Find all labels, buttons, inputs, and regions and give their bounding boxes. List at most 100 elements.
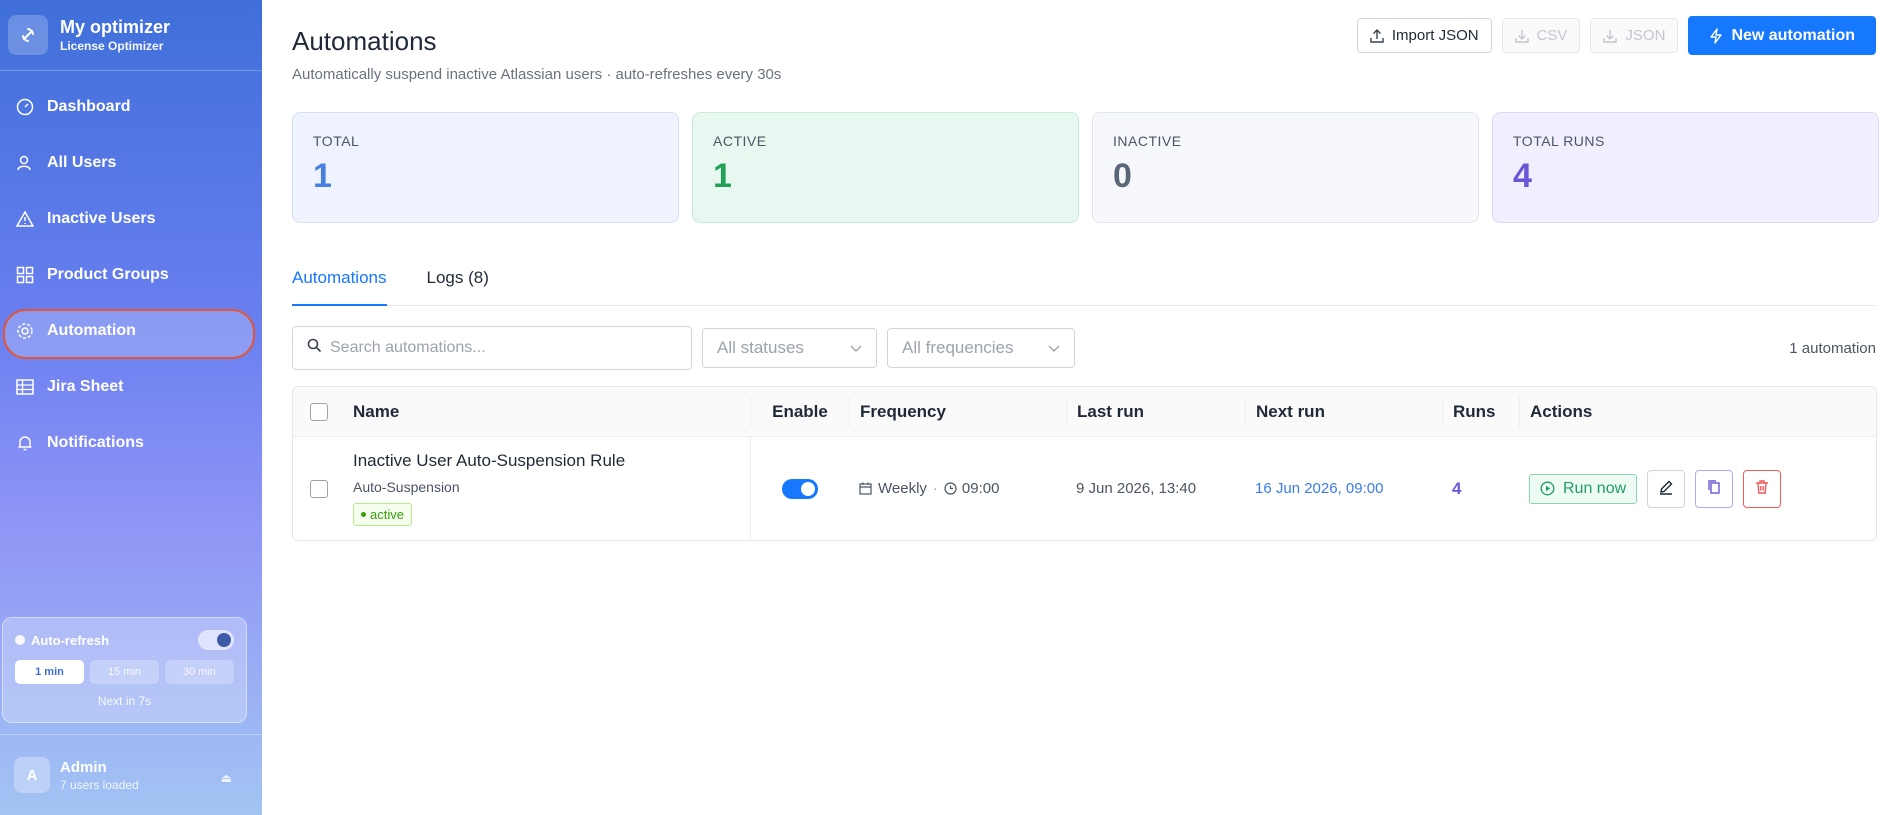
- brand-subtitle: License Optimizer: [60, 39, 164, 53]
- sidebar-item-label: All Users: [47, 154, 117, 171]
- user-name: Admin: [60, 758, 107, 776]
- avatar: A: [14, 757, 50, 793]
- status-dot-icon: [361, 512, 366, 517]
- main-content: Automations Automatically suspend inacti…: [262, 0, 1890, 815]
- page-subtitle: Automatically suspend inactive Atlassian…: [292, 66, 782, 83]
- select-all-checkbox[interactable]: [310, 402, 328, 421]
- interval-30-min[interactable]: 30 min: [165, 660, 234, 684]
- sidebar-item-jira-sheet[interactable]: Jira Sheet: [0, 362, 262, 412]
- bell-icon: [15, 433, 35, 453]
- upload-icon: [1370, 28, 1384, 43]
- delete-button[interactable]: [1743, 469, 1782, 508]
- header-name[interactable]: Name: [345, 396, 751, 427]
- users-icon: [15, 153, 35, 173]
- sidebar-item-label: Dashboard: [47, 98, 131, 115]
- time-value: 09:00: [961, 480, 1000, 497]
- table-row: Inactive User Auto-Suspension Rule Auto-…: [293, 437, 1876, 540]
- calendar-icon: [859, 482, 872, 495]
- export-json-button[interactable]: JSON: [1590, 18, 1679, 53]
- status-select[interactable]: All statuses: [702, 328, 877, 368]
- auto-refresh-label: Auto-refresh: [31, 632, 110, 648]
- stat-value: 1: [313, 157, 332, 195]
- row-name-cell: Inactive User Auto-Suspension Rule Auto-…: [345, 437, 751, 540]
- tab-automations[interactable]: Automations: [292, 262, 387, 306]
- tab-bar: Automations Logs (8): [292, 262, 1876, 306]
- sidebar: My optimizer License Optimizer Dashboard…: [0, 0, 262, 815]
- search-icon: [307, 338, 322, 358]
- new-automation-button[interactable]: New automation: [1688, 16, 1876, 55]
- lightning-icon: [1709, 27, 1723, 44]
- filter-bar: All statuses All frequencies 1 automatio…: [292, 326, 1876, 370]
- run-now-button[interactable]: Run now: [1529, 473, 1638, 504]
- sidebar-item-label: Product Groups: [47, 266, 169, 283]
- automation-count: 1 automation: [1789, 339, 1876, 357]
- sidebar-item-all-users[interactable]: All Users: [0, 138, 262, 188]
- header-last-run: Last run: [1066, 396, 1245, 427]
- header-runs: Runs: [1442, 396, 1519, 427]
- status-badge: active: [353, 503, 412, 526]
- stat-value: 1: [713, 157, 732, 195]
- chevron-down-icon: [1048, 338, 1060, 358]
- clock-icon: [944, 482, 957, 495]
- enable-toggle[interactable]: [782, 478, 818, 499]
- status-dot-icon: [15, 635, 25, 645]
- trash-icon: [1754, 479, 1770, 498]
- next-run-value: 16 Jun 2026, 09:00: [1255, 480, 1384, 497]
- play-icon: [1540, 481, 1555, 496]
- export-csv-button[interactable]: CSV: [1501, 18, 1581, 53]
- sidebar-item-label: Inactive Users: [47, 210, 156, 227]
- duplicate-button[interactable]: [1695, 469, 1734, 508]
- sidebar-item-inactive-users[interactable]: Inactive Users: [0, 194, 262, 244]
- sidebar-item-dashboard[interactable]: Dashboard: [0, 82, 262, 132]
- sidebar-item-notifications[interactable]: Notifications: [0, 418, 262, 468]
- eject-icon[interactable]: ⏏: [221, 771, 232, 785]
- runs-value: 4: [1452, 478, 1462, 498]
- automation-category: Auto-Suspension: [353, 479, 460, 495]
- warning-icon: [15, 209, 35, 229]
- copy-icon: [1706, 479, 1722, 498]
- stat-value: 0: [1113, 157, 1132, 195]
- sidebar-item-automation[interactable]: Automation: [0, 306, 262, 359]
- status-badge-label: active: [370, 507, 404, 522]
- pencil-icon: [1658, 479, 1674, 498]
- auto-refresh-toggle[interactable]: [198, 630, 234, 650]
- stat-label: TOTAL: [313, 133, 360, 149]
- frequency-select-value: All frequencies: [902, 338, 1014, 357]
- brand-logo-icon: [8, 15, 48, 55]
- tab-logs[interactable]: Logs (8): [427, 262, 489, 306]
- automation-name[interactable]: Inactive User Auto-Suspension Rule: [353, 451, 750, 471]
- edit-button[interactable]: [1647, 469, 1686, 508]
- search-input[interactable]: [330, 339, 670, 357]
- stat-card-total-runs: TOTAL RUNS 4: [1492, 112, 1879, 223]
- stat-label: INACTIVE: [1113, 133, 1182, 149]
- page-title: Automations: [292, 26, 437, 56]
- sidebar-item-label: Notifications: [47, 434, 144, 451]
- download-icon: [1514, 29, 1529, 43]
- automations-table: Name Enable Frequency Last run Next run …: [292, 386, 1877, 541]
- interval-15-min[interactable]: 15 min: [90, 660, 159, 684]
- sidebar-item-label: Jira Sheet: [47, 378, 124, 395]
- table-header: Name Enable Frequency Last run Next run …: [293, 387, 1876, 437]
- dashboard-icon: [15, 97, 35, 117]
- import-json-button[interactable]: Import JSON: [1356, 18, 1492, 53]
- header-actions: Import JSON CSV JSON New automation: [1356, 16, 1876, 55]
- next-refresh-text: Next in 7s: [97, 694, 152, 708]
- export-json-label: JSON: [1625, 27, 1666, 44]
- interval-1-min[interactable]: 1 min: [15, 660, 84, 684]
- stat-card-inactive: INACTIVE 0: [1092, 112, 1479, 223]
- auto-refresh-card: Auto-refresh 1 min 15 min 30 min Next in…: [2, 617, 247, 723]
- frequency-value: Weekly: [878, 480, 927, 497]
- row-checkbox[interactable]: [310, 479, 328, 498]
- run-now-label: Run now: [1563, 479, 1627, 497]
- sidebar-item-product-groups[interactable]: Product Groups: [0, 250, 262, 300]
- stats-row: TOTAL 1 ACTIVE 1 INACTIVE 0 TOTAL RUNS 4: [292, 112, 1879, 223]
- user-menu[interactable]: A Admin 7 users loaded ⏏: [0, 734, 262, 815]
- header-next-run: Next run: [1245, 396, 1442, 427]
- frequency-select[interactable]: All frequencies: [887, 328, 1075, 368]
- grid-icon: [15, 265, 35, 285]
- header-actions-col: Actions: [1519, 396, 1876, 427]
- chevron-down-icon: [850, 338, 862, 358]
- export-csv-label: CSV: [1536, 27, 1568, 44]
- brand: My optimizer License Optimizer: [0, 0, 262, 71]
- header-frequency: Frequency: [849, 396, 1066, 427]
